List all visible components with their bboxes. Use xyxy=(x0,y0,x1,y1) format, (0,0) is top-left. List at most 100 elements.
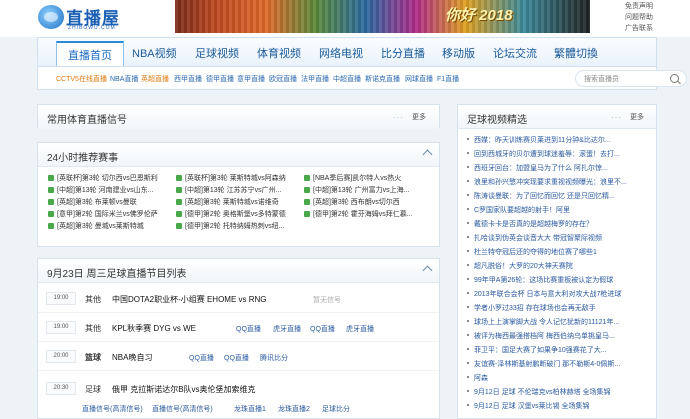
tv-icon xyxy=(48,175,54,181)
signal-more-link[interactable]: 更多 xyxy=(412,112,426,122)
nav-football-video[interactable]: 足球视频 xyxy=(195,45,239,61)
match-type: 篮球 xyxy=(85,353,101,362)
video-item[interactable]: 9月12日 足球 汉堡vs莱比锡 全场集锦 xyxy=(465,401,651,412)
recommend-item[interactable]: [NBA季后赛]凯尔特人vs热火 xyxy=(304,173,424,183)
nav-mobile[interactable]: 移动版 xyxy=(442,45,475,61)
recommend-item[interactable]: [英联杯]第3轮 莱斯特城vs阿森纳 xyxy=(176,173,296,183)
subnav-premier[interactable]: 英超直播 xyxy=(141,74,169,84)
videos-more-link[interactable]: 更多 xyxy=(630,112,644,122)
video-item[interactable]: 友谊赛-泽林斯基射鹏断破门 那不勒斯4-0佩斯... xyxy=(465,359,651,370)
video-item[interactable]: 学者小罗过33招 存在球场也会再无敌手 xyxy=(465,303,651,314)
disclaimer-link[interactable]: 免责声明 xyxy=(625,1,653,12)
channel-link[interactable]: 龙珠直播1 xyxy=(234,404,266,414)
subnav-ucl[interactable]: 欧冠直播 xyxy=(269,74,297,84)
recommend-item[interactable]: [德甲]第2轮 霍芬海姆vs拜仁慕... xyxy=(304,209,424,219)
recommend-item[interactable]: [英超]第3轮 曼城vs莱斯特城 xyxy=(48,221,168,231)
match-type: 其他 xyxy=(85,295,101,304)
channel-link[interactable]: 足球比分 xyxy=(322,404,350,414)
match-title[interactable]: 俄甲 克拉斯诺达尔B队vs奥伦堡加索维克 xyxy=(112,384,256,395)
subnav-nba[interactable]: NBA直播 xyxy=(110,74,138,84)
collapse-chevron-icon[interactable] xyxy=(422,265,433,276)
channel-link[interactable]: QQ直播 xyxy=(224,353,249,363)
channel-link[interactable]: 直播信号(高清信号) xyxy=(82,404,143,414)
nav-live-score[interactable]: 比分直播 xyxy=(381,45,425,61)
tv-icon xyxy=(176,223,182,229)
video-item[interactable]: 西媒：昨天训练赛贝莱进到11分钟&比达尔... xyxy=(465,135,651,146)
tv-icon xyxy=(176,175,182,181)
recommend-item[interactable]: [德甲]第2轮 奥格斯堡vs多特蒙德 xyxy=(176,209,296,219)
recommend-item[interactable]: [英超]第3轮 西布朗vs切尔西 xyxy=(304,197,424,207)
recommend-item[interactable]: [中超]第13轮 广州富力vs上海... xyxy=(304,185,424,195)
help-link[interactable]: 问题帮助 xyxy=(625,12,653,23)
video-item[interactable]: 杜兰特夺冠后还的夺得的地位赛了哪些1 xyxy=(465,247,651,258)
site-logo[interactable]: 直播屋 ZHIBOWU.COM xyxy=(38,3,126,33)
video-item[interactable]: 被评为梅西最强搭档阿 梅西伯纳乌单挑皇马... xyxy=(465,331,651,342)
recommend-item[interactable]: [德甲]第2轮 托特纳姆热刺vs纽... xyxy=(176,221,296,231)
recommend-item[interactable]: [意甲]第2轮 国际米兰vs佛罗伦萨 xyxy=(48,209,168,219)
nav-traditional[interactable]: 繁體切換 xyxy=(554,45,598,61)
video-item[interactable]: 2013年联合会杯 日本与意大利对攻大战7枪进球 xyxy=(465,289,651,300)
recommend-item[interactable]: [英超]第3轮 布莱顿vs曼联 xyxy=(48,197,168,207)
subnav-laliga[interactable]: 西甲直播 xyxy=(174,74,202,84)
channel-link[interactable]: QQ直播 xyxy=(189,353,214,363)
subnav-seriea[interactable]: 意甲直播 xyxy=(237,74,265,84)
video-item[interactable]: 西班牙回台：加盟皇马为了什么 阿扎尔惊... xyxy=(465,163,651,174)
subnav-csl[interactable]: 中超直播 xyxy=(333,74,361,84)
channel-link[interactable]: QQ直播 xyxy=(310,324,335,334)
ad-contact-link[interactable]: 广告联系 xyxy=(625,23,653,34)
channel-link[interactable]: 虎牙直播 xyxy=(273,324,301,334)
video-item[interactable]: 球场上上演掌脚大战 令人记忆犹新的11121年... xyxy=(465,317,651,328)
channel-link[interactable]: 直播信号(高清信号) xyxy=(152,404,213,414)
video-item[interactable]: 9月12日 足球 不伦瑞克vs柏林赫塔 全场集锦 xyxy=(465,387,651,398)
recommend-item[interactable]: [中超]第13轮 江苏苏宁vs广州... xyxy=(176,185,296,195)
schedule-row: 19:00 其他 中国DOTA2职业杯-小组赛 EHOME vs RNG 暂无信… xyxy=(38,286,439,313)
video-item[interactable]: C罗国家队要超越的射手！阿里 xyxy=(465,205,651,216)
videos-panel-title: 足球视频精选 xyxy=(467,115,527,126)
recommend-item[interactable]: [中超]第13轮 河南建业vs山东... xyxy=(48,185,168,195)
video-item[interactable]: 戴德卡卡是否真的是超越梅罗的存在？ xyxy=(465,219,651,230)
video-item[interactable]: 浪里和孙兴慜冲突现要求重视视频曝光：浪里不... xyxy=(465,177,651,188)
no-signal-label: 暂无信号 xyxy=(313,297,341,304)
recommend-item[interactable]: [英联杯]第3轮 切尔西vs巴恩斯利 xyxy=(48,173,168,183)
nav-sports-video[interactable]: 体育视频 xyxy=(257,45,301,61)
banner-slogan: 你好 2018 xyxy=(445,7,513,24)
subnav-tennis[interactable]: 网球直播 xyxy=(405,74,433,84)
video-item[interactable]: 扎哈谈到伪英会谈音大大 带冠智聚际视频 xyxy=(465,233,651,244)
video-item[interactable]: 菲卫平：国足大赛了如果争10强赛花了大... xyxy=(465,345,651,356)
tv-icon xyxy=(304,211,310,217)
recommend-panel-title: 24小时推荐赛事 xyxy=(47,153,119,164)
video-item[interactable]: 陈涛谈曼联：为了回忆而回忆 还是只回忆精... xyxy=(465,191,651,202)
channel-link[interactable]: 虎牙直播 xyxy=(346,324,374,334)
channel-link[interactable]: 腾讯比分 xyxy=(260,353,288,363)
video-item[interactable]: 超凡脱俗！大罗的20大神天赛院 xyxy=(465,261,651,272)
tv-icon xyxy=(48,223,54,229)
nav-nba-video[interactable]: NBA视频 xyxy=(132,45,177,61)
subnav-cctv5[interactable]: CCTV5在线直播 xyxy=(56,74,107,84)
recommend-item[interactable]: [英超]第3轮 莱斯特城vs诺维奇 xyxy=(176,197,296,207)
channel-link[interactable]: QQ直播 xyxy=(236,324,261,334)
video-item[interactable]: 阿森 xyxy=(465,373,651,384)
nav-network-tv[interactable]: 网络电视 xyxy=(319,45,363,61)
channel-link[interactable]: 龙珠直播2 xyxy=(278,404,310,414)
nav-forum[interactable]: 论坛交流 xyxy=(493,45,537,61)
site-header: 直播屋 ZHIBOWU.COM 你好 2018 免责声明 问题帮助 广告联系 xyxy=(0,0,690,37)
subnav-bundesliga[interactable]: 德甲直播 xyxy=(206,74,234,84)
subnav-snooker[interactable]: 斯诺克直播 xyxy=(365,74,400,84)
ad-banner[interactable]: 你好 2018 xyxy=(175,0,590,33)
main-nav: 直播首页 NBA视频 足球视频 体育视频 网络电视 比分直播 移动版 论坛交流 … xyxy=(37,37,657,67)
tv-icon xyxy=(304,187,310,193)
match-title[interactable]: 中国DOTA2职业杯-小组赛 EHOME vs RNG xyxy=(112,294,267,305)
collapse-chevron-icon[interactable] xyxy=(422,149,433,160)
tv-icon xyxy=(48,187,54,193)
video-item[interactable]: 回到西城牙的贝尔遭到球迷羞辱：滚蛋！去打... xyxy=(465,149,651,160)
nav-home[interactable]: 直播首页 xyxy=(56,41,124,67)
logo-subtext: ZHIBOWU.COM xyxy=(68,25,116,31)
search-input[interactable] xyxy=(584,74,664,84)
video-item[interactable]: 99年甲A第26轮：这场比赛重板被认定为假球 xyxy=(465,275,651,286)
subnav-ligue1[interactable]: 法甲直播 xyxy=(301,74,329,84)
tv-icon xyxy=(176,211,182,217)
search-icon[interactable] xyxy=(670,74,679,83)
match-title[interactable]: NBA晚自习 xyxy=(112,352,152,363)
match-title[interactable]: KPL秋季赛 DYG vs WE xyxy=(112,323,196,334)
subnav-f1[interactable]: F1直播 xyxy=(437,74,459,84)
